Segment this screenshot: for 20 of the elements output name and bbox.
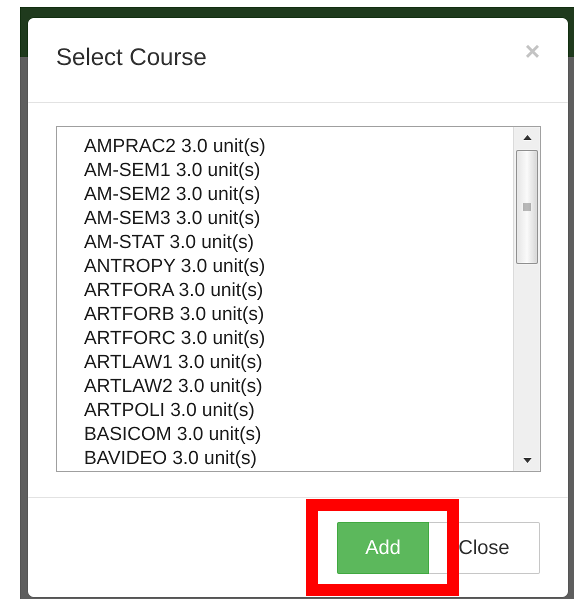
scroll-up-icon[interactable] (522, 135, 532, 140)
dialog-title: Select Course (56, 44, 207, 72)
course-option[interactable]: BAVIDEO 3.0 unit(s) (84, 447, 513, 471)
course-option[interactable]: AMPRAC2 3.0 unit(s) (84, 135, 513, 159)
course-option[interactable]: ANTROPY 3.0 unit(s) (84, 255, 513, 279)
course-option[interactable]: ARTFORA 3.0 unit(s) (84, 279, 513, 303)
course-option[interactable]: BASICOM 3.0 unit(s) (84, 423, 513, 447)
scroll-thumb[interactable] (516, 150, 538, 264)
course-listbox[interactable] (56, 126, 541, 472)
course-option[interactable]: ARTLAW2 3.0 unit(s) (84, 375, 513, 399)
course-option[interactable]: ARTFORC 3.0 unit(s) (84, 327, 513, 351)
course-option[interactable]: AM-STAT 3.0 unit(s) (84, 231, 513, 255)
course-option[interactable]: ARTFORB 3.0 unit(s) (84, 303, 513, 327)
course-option[interactable]: AM-SEM2 3.0 unit(s) (84, 183, 513, 207)
course-option[interactable]: ARTPOLI 3.0 unit(s) (84, 399, 513, 423)
scrollbar[interactable] (513, 127, 540, 471)
scroll-down-icon[interactable] (522, 458, 532, 463)
course-option[interactable]: ARTLAW1 3.0 unit(s) (84, 351, 513, 375)
course-option[interactable]: AM-SEM1 3.0 unit(s) (84, 159, 513, 183)
course-option[interactable]: AM-SEM3 3.0 unit(s) (84, 207, 513, 231)
